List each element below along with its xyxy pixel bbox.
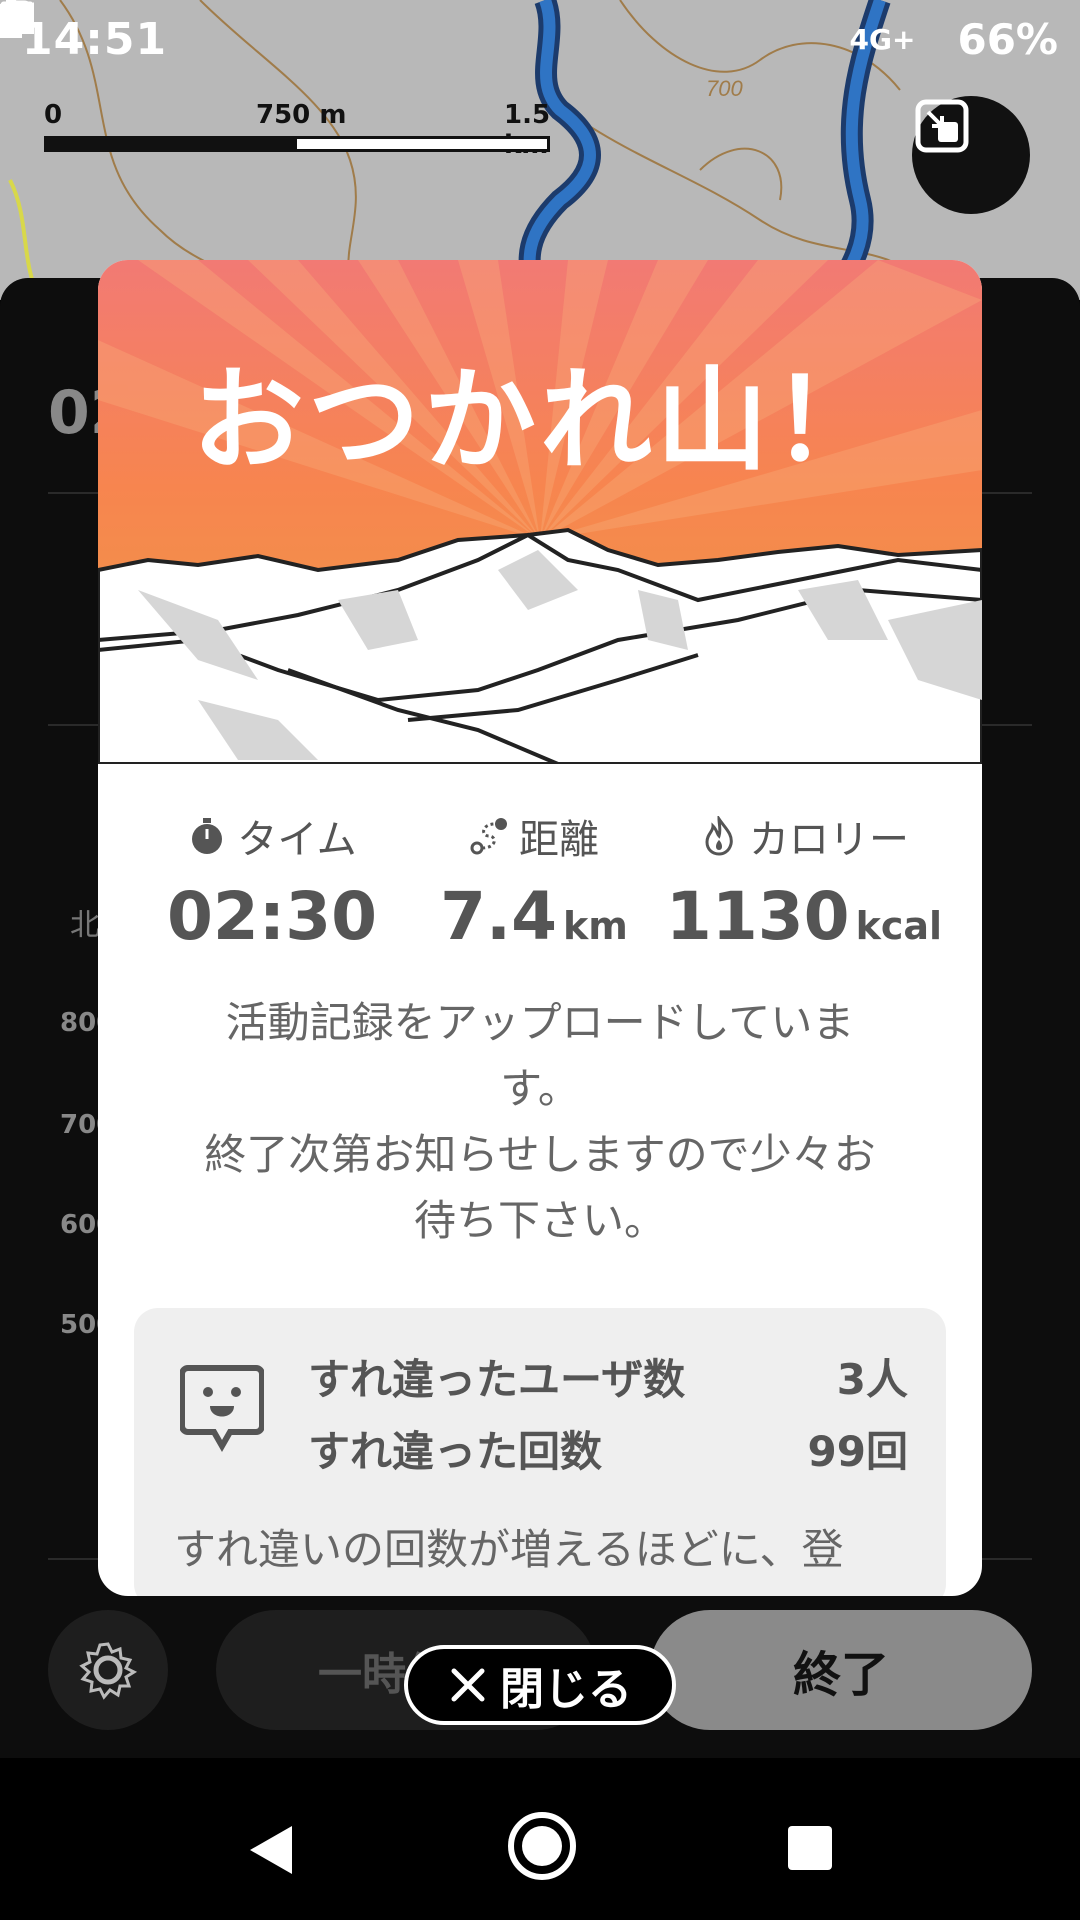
- minimize-icon: [915, 99, 969, 153]
- stat-time: タイム 02:30: [154, 808, 390, 955]
- passing-count-value: 99回: [807, 1427, 908, 1476]
- gear-icon: [79, 1642, 138, 1700]
- notification-icons: [0, 0, 459, 56]
- stat-time-label: タイム: [237, 817, 357, 863]
- battery-percent: 66%: [957, 14, 1058, 64]
- activity-stats: タイム 02:30 距離 7.4 km カロリー 1130 kcal: [98, 808, 982, 968]
- route-icon: [469, 816, 509, 856]
- close-icon: [451, 1668, 485, 1702]
- stat-distance: 距離 7.4 km: [416, 808, 652, 955]
- upload-message-line: 待ち下さい。: [413, 1196, 666, 1245]
- back-icon[interactable]: [246, 1824, 296, 1876]
- smile-chat-icon: [180, 1365, 264, 1453]
- upload-message-line: 終了次第お知らせしますので少々お: [204, 1130, 876, 1179]
- stat-distance-unit: km: [563, 904, 628, 948]
- north-label: 北: [70, 908, 100, 943]
- stat-calories-unit: kcal: [855, 904, 943, 948]
- stat-distance-label: 距離: [519, 817, 599, 863]
- stat-calories: カロリー 1130 kcal: [654, 808, 954, 955]
- instagram-icon: [0, 0, 347, 56]
- passing-users-row: すれ違ったユーザ数 3人: [308, 1346, 908, 1407]
- dialog-hero: おつかれ山！: [98, 260, 982, 764]
- settings-button[interactable]: [48, 1610, 168, 1730]
- upload-message-line: 活動記録をアップロードしていま: [225, 998, 855, 1047]
- network-type: 4G+: [849, 22, 916, 56]
- map-view[interactable]: 700 14:51 4G+ 66% 0 750 m 1.5 km: [0, 0, 1080, 300]
- home-icon[interactable]: [508, 1812, 576, 1880]
- map-scale: 0 750 m 1.5 km: [44, 100, 550, 160]
- scale-label-mid: 750 m: [256, 100, 347, 130]
- passing-users-label: すれ違ったユーザ数: [308, 1355, 686, 1404]
- stat-time-value: 02:30: [166, 878, 378, 955]
- passing-users-value: 3人: [836, 1355, 908, 1404]
- upload-message: 活動記録をアップロードしていま す。 終了次第お知らせしますので少々お 待ち下さ…: [158, 990, 922, 1254]
- close-button-label: 閉じる: [500, 1664, 632, 1715]
- stat-calories-label: カロリー: [749, 817, 909, 863]
- stat-calories-value: 1130: [665, 878, 850, 955]
- close-button[interactable]: 閉じる: [404, 1645, 676, 1725]
- contour-label: 700: [706, 76, 743, 101]
- end-button[interactable]: 終了: [650, 1610, 1032, 1730]
- upload-message-line: す。: [500, 1064, 580, 1113]
- dot-icon: [12, 12, 459, 56]
- status-time: 14:51: [22, 13, 168, 65]
- scale-bar: [44, 136, 550, 152]
- flame-icon: [699, 814, 739, 856]
- news-icon: [0, 1, 403, 56]
- passing-count-row: すれ違った回数 99回: [308, 1418, 908, 1479]
- image-icon: [2, 4, 235, 56]
- dialog-title: おつかれ山！: [192, 356, 888, 486]
- scale-label-0: 0: [44, 100, 63, 130]
- status-bar: 14:51 4G+ 66%: [0, 0, 1080, 78]
- stopwatch-icon: [187, 816, 227, 856]
- passing-count-label: すれ違った回数: [308, 1427, 603, 1476]
- recent-apps-icon[interactable]: [788, 1826, 832, 1870]
- status-right: 4G+ 66%: [0, 0, 1058, 64]
- map-layer-button[interactable]: [912, 96, 1030, 214]
- summit-dialog: おつかれ山！ タイム 02:30 距離 7.4 km カロリー 1130 kcal …: [98, 260, 982, 1596]
- passing-note: すれ違いの回数が増えるほどに、登: [174, 1525, 844, 1574]
- news-icon: [0, 1, 291, 56]
- system-nav-bar: [0, 1782, 1080, 1920]
- stat-distance-value: 7.4: [440, 878, 558, 955]
